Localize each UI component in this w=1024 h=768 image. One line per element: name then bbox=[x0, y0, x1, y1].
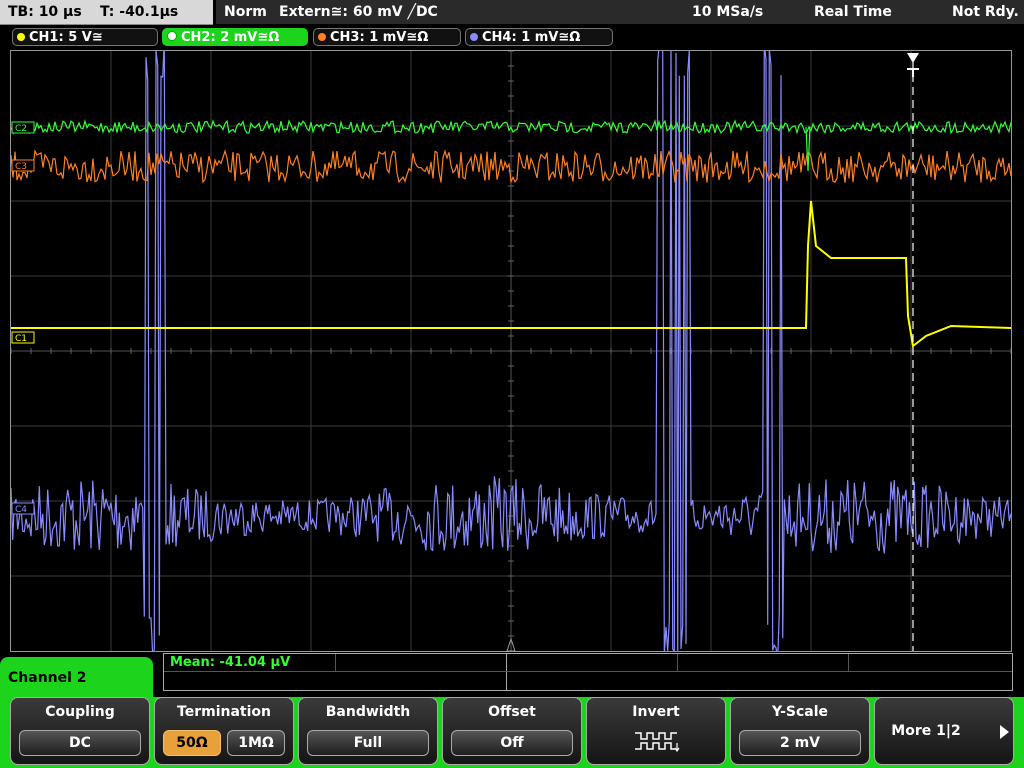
timebase-value: TB: 10 µs bbox=[8, 4, 82, 20]
menu-title-tab[interactable]: Channel 2 bbox=[0, 657, 153, 701]
trigger-marker-icon bbox=[907, 53, 919, 63]
ch2-marker-label: C2 bbox=[15, 124, 27, 134]
offset-softkey[interactable]: Offset Off bbox=[442, 697, 582, 765]
invert-softkey[interactable]: Invert bbox=[586, 697, 726, 765]
trigger-level-icon bbox=[907, 68, 919, 77]
measurement-divider bbox=[164, 671, 1012, 672]
y-scale-title: Y-Scale bbox=[771, 704, 828, 720]
offset-value[interactable]: Off bbox=[451, 730, 573, 756]
ch1-chip[interactable]: CH1: 5 V≅ bbox=[12, 28, 158, 46]
ch2-label: CH2: 2 mV≅Ω bbox=[181, 30, 280, 45]
bandwidth-softkey[interactable]: Bandwidth Full bbox=[298, 697, 438, 765]
waveform-display[interactable]: C2 C3 C1 C4 bbox=[10, 50, 1012, 652]
waveform-canvas: C2 C3 C1 C4 bbox=[11, 51, 1011, 651]
ch4-label: CH4: 1 mV≅Ω bbox=[482, 30, 581, 45]
sample-rate: 10 MSa/s bbox=[692, 4, 764, 20]
acquisition-state: Not Rdy. bbox=[952, 4, 1019, 20]
ch3-label: CH3: 1 mV≅Ω bbox=[330, 30, 429, 45]
measurement-bar: Mean: -41.04 µV bbox=[163, 653, 1013, 691]
ch4-color-dot bbox=[470, 33, 478, 41]
ch2-color-dot bbox=[167, 31, 177, 41]
ch2-chip[interactable]: CH2: 2 mV≅Ω bbox=[162, 28, 308, 46]
trigger-mode: Norm bbox=[224, 4, 267, 20]
measurement-divider bbox=[848, 654, 849, 671]
status-bar: Norm Extern≅: 60 mV ╱DC 10 MSa/s Real Ti… bbox=[216, 0, 1024, 24]
offset-title: Offset bbox=[488, 704, 536, 720]
ch3-marker-label: C3 bbox=[15, 162, 27, 172]
coupling-title: Coupling bbox=[45, 704, 115, 720]
trigger-source: Extern≅: 60 mV ╱DC bbox=[279, 4, 438, 20]
ch1-color-dot bbox=[17, 33, 25, 41]
trigger-time-value: T: -40.1µs bbox=[100, 4, 179, 20]
measurement-divider bbox=[677, 654, 678, 671]
invert-title: Invert bbox=[632, 704, 680, 720]
ch4-chip[interactable]: CH4: 1 mV≅Ω bbox=[465, 28, 613, 46]
y-scale-value[interactable]: 2 mV bbox=[739, 730, 861, 756]
ch1-marker-label: C1 bbox=[15, 334, 27, 344]
ch4-marker-label: C4 bbox=[15, 505, 27, 515]
coupling-value[interactable]: DC bbox=[19, 730, 141, 756]
menu-title: Channel 2 bbox=[8, 670, 87, 686]
termination-softkey[interactable]: Termination 50Ω 1MΩ bbox=[154, 697, 294, 765]
more-label: More 1|2 bbox=[891, 723, 961, 739]
inverted-square-wave-icon bbox=[635, 732, 680, 752]
termination-1mohm-button[interactable]: 1MΩ bbox=[227, 730, 285, 756]
measurement-divider bbox=[506, 654, 507, 690]
ch3-color-dot bbox=[318, 33, 326, 41]
bandwidth-title: Bandwidth bbox=[325, 704, 411, 720]
measurement-divider bbox=[335, 654, 336, 671]
more-softkey[interactable]: More 1|2 bbox=[874, 697, 1014, 765]
arrow-right-icon bbox=[1000, 725, 1009, 739]
ch1-label: CH1: 5 V≅ bbox=[29, 30, 103, 45]
ch3-chip[interactable]: CH3: 1 mV≅Ω bbox=[313, 28, 461, 46]
measurement-mean: Mean: -41.04 µV bbox=[170, 655, 291, 670]
timebase-panel[interactable]: TB: 10 µs T: -40.1µs bbox=[0, 0, 213, 25]
termination-title: Termination bbox=[177, 704, 271, 720]
ch2-trace-spike bbox=[805, 126, 811, 172]
bandwidth-value[interactable]: Full bbox=[307, 730, 429, 756]
termination-50ohm-button[interactable]: 50Ω bbox=[163, 730, 221, 756]
acquisition-mode: Real Time bbox=[814, 4, 892, 20]
y-scale-softkey[interactable]: Y-Scale 2 mV bbox=[730, 697, 870, 765]
coupling-softkey[interactable]: Coupling DC bbox=[10, 697, 150, 765]
